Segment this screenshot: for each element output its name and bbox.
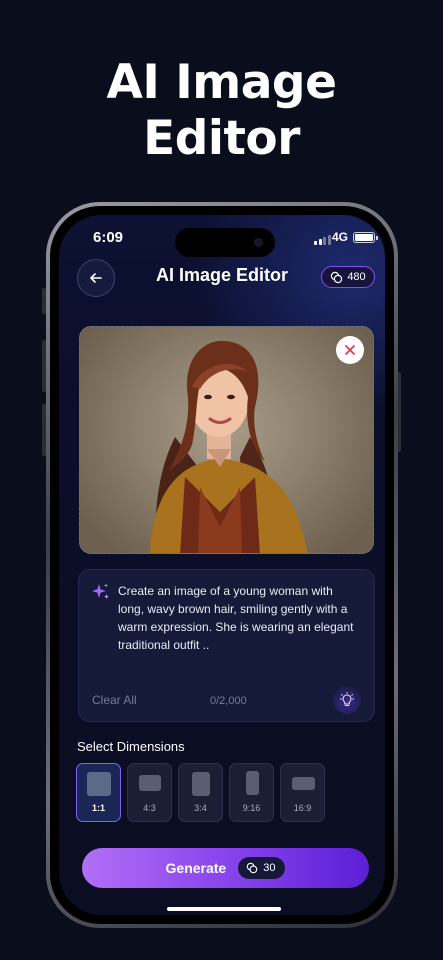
dimension-option-16-9[interactable]: 16:9 (280, 763, 325, 822)
hero-title-line-2: Editor (143, 111, 300, 166)
prompt-text[interactable]: Create an image of a young woman with lo… (118, 582, 360, 654)
landscape-ratio-icon (139, 775, 161, 791)
portrait-ratio-icon (192, 772, 210, 796)
dimension-label: 16:9 (293, 803, 312, 813)
generate-cost-badge: 30 (238, 857, 286, 879)
phone-frame: 6:09 4G AI Image Editor 480 Create an im… (46, 202, 398, 928)
network-label: 4G (332, 230, 349, 244)
status-time: 6:09 (93, 229, 124, 246)
character-count: 0/2,000 (210, 695, 247, 707)
hero-title: AI Image Editor (0, 55, 443, 167)
dimension-option-4-3[interactable]: 4:3 (127, 763, 172, 822)
generate-label: Generate (165, 860, 227, 876)
sparkle-icon (92, 583, 109, 599)
camera-icon (254, 238, 263, 247)
tall-ratio-icon (246, 771, 259, 795)
status-bar: 6:09 4G (59, 215, 385, 259)
portrait-image (150, 340, 308, 553)
coins-icon (331, 271, 343, 283)
app-screen: 6:09 4G AI Image Editor 480 Create an im… (59, 215, 385, 915)
prompt-input[interactable]: Create an image of a young woman with lo… (78, 569, 375, 722)
dimension-option-1-1[interactable]: 1:1 (76, 763, 121, 822)
phone-bezel: 6:09 4G AI Image Editor 480 Create an im… (50, 206, 394, 924)
close-icon (345, 345, 355, 355)
lightbulb-icon (340, 692, 354, 707)
clear-all-button[interactable]: Clear All (92, 693, 137, 707)
dimension-option-9-16[interactable]: 9:16 (229, 763, 274, 822)
square-ratio-icon (87, 772, 111, 796)
dimension-label: 9:16 (242, 803, 261, 813)
credits-badge[interactable]: 480 (321, 266, 375, 288)
generate-cost: 30 (263, 862, 276, 874)
dimension-options: 1:1 4:3 3:4 9:16 16:9 (76, 763, 325, 822)
remove-image-button[interactable] (336, 336, 364, 364)
generate-button[interactable]: Generate 30 (82, 848, 369, 888)
dimension-label: 3:4 (194, 803, 207, 813)
coins-icon (246, 862, 258, 874)
wide-ratio-icon (292, 777, 315, 790)
uploaded-image[interactable] (79, 326, 374, 554)
battery-icon (353, 232, 378, 243)
signal-icon (314, 235, 331, 245)
credits-count: 480 (347, 271, 366, 283)
hero-title-line-1: AI Image (106, 55, 337, 110)
idea-button[interactable] (333, 686, 361, 714)
home-indicator[interactable] (167, 907, 281, 911)
select-dimensions-label: Select Dimensions (77, 739, 185, 754)
dynamic-island (175, 228, 275, 257)
dimension-label: 4:3 (143, 803, 156, 813)
dimension-option-3-4[interactable]: 3:4 (178, 763, 223, 822)
dimension-label: 1:1 (91, 803, 105, 813)
